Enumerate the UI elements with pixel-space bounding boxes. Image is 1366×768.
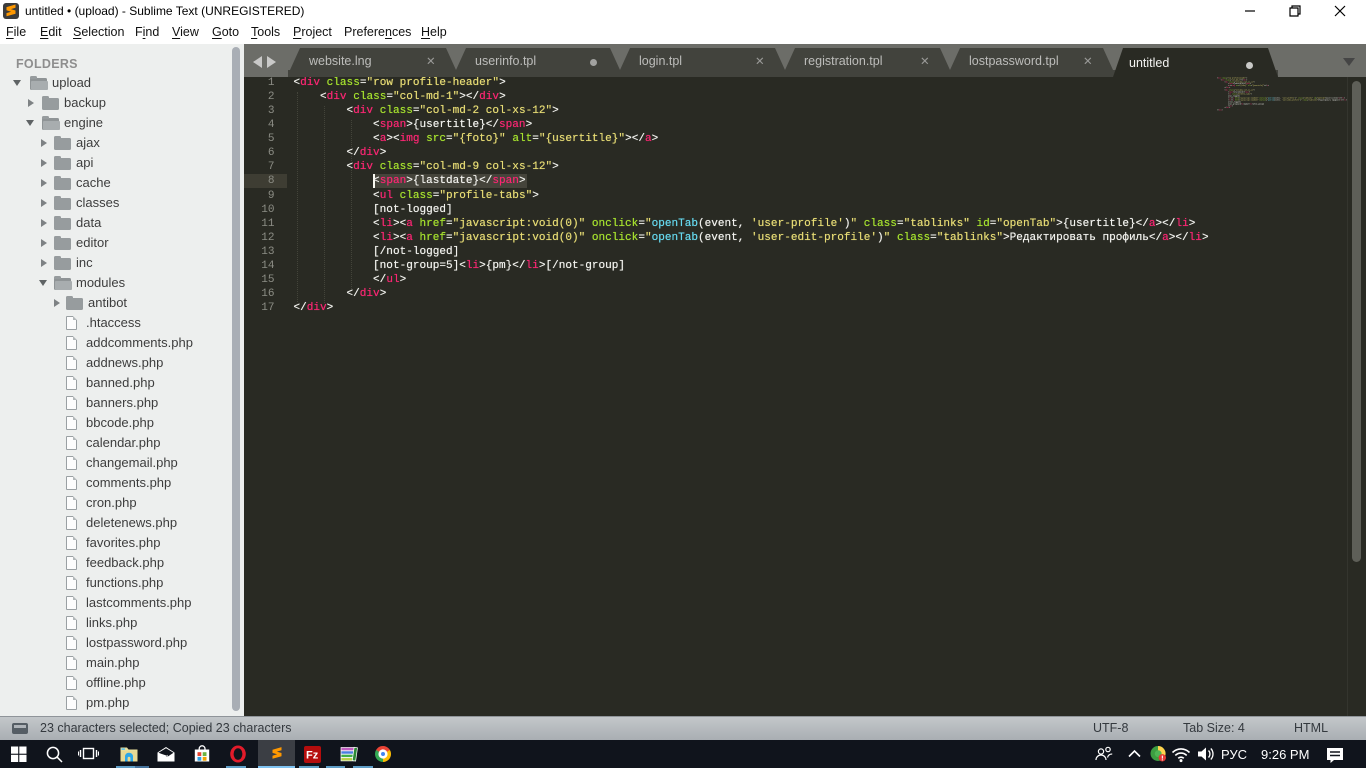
svg-text:Fz: Fz xyxy=(306,750,319,762)
